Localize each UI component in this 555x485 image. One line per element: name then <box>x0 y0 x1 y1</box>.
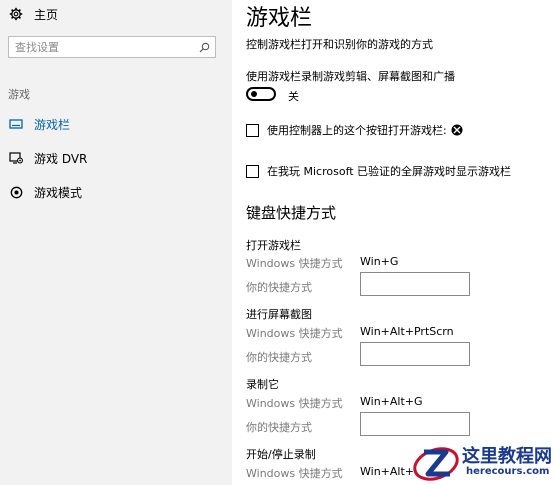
sidebar-item-game-dvr[interactable]: 游戏 DVR <box>0 146 232 170</box>
controller-button-label: 使用控制器上的这个按钮打开游戏栏: <box>267 124 447 137</box>
shortcut-name: 进行屏幕截图 <box>246 308 312 321</box>
game-bar-icon <box>8 116 24 132</box>
game-dvr-icon <box>8 150 24 166</box>
fullscreen-option: 在我玩 Microsoft 已验证的全屏游戏时显示游戏栏 <box>246 163 511 179</box>
sidebar-item-label: 游戏栏 <box>34 117 71 132</box>
sidebar-item-game-mode[interactable]: 游戏模式 <box>0 180 232 204</box>
shortcuts-title: 键盘快捷方式 <box>246 204 337 222</box>
windows-shortcut-value: Win+Alt+PrtScrn <box>360 325 454 338</box>
shortcut-name: 打开游戏栏 <box>246 239 301 252</box>
toggle-knob <box>251 91 257 97</box>
record-toggle-label: 使用游戏栏录制游戏剪辑、屏幕截图和广播 <box>246 70 455 83</box>
windows-shortcut-label: Windows 快捷方式 <box>246 327 343 340</box>
watermark-url: herecours.com <box>466 466 550 477</box>
windows-shortcut-label: Windows 快捷方式 <box>246 397 343 410</box>
search-box[interactable] <box>8 36 216 58</box>
windows-shortcut-label: Windows 快捷方式 <box>246 257 343 270</box>
shortcut-name: 录制它 <box>246 378 279 391</box>
controller-button-option: 使用控制器上的这个按钮打开游戏栏: <box>246 122 463 138</box>
game-mode-icon <box>8 184 24 200</box>
windows-shortcut-label: Windows 快捷方式 <box>246 467 343 480</box>
windows-shortcut-value: Win+Alt+ <box>360 465 414 478</box>
gear-icon <box>8 6 24 22</box>
windows-shortcut-value: Win+Alt+G <box>360 395 423 408</box>
sidebar-item-game-bar[interactable]: 游戏栏 <box>0 112 232 136</box>
sidebar-item-label: 游戏 DVR <box>34 151 88 166</box>
home-link[interactable]: 主页 <box>8 4 58 24</box>
section-label-games: 游戏 <box>8 88 30 101</box>
toggle-state-text: 关 <box>288 90 299 103</box>
page-title: 游戏栏 <box>246 6 313 31</box>
your-shortcut-input[interactable] <box>360 272 470 296</box>
watermark-name: 这里教程网 <box>462 446 552 467</box>
sidebar-item-label: 游戏模式 <box>34 185 83 200</box>
your-shortcut-input[interactable] <box>360 342 470 366</box>
record-toggle[interactable] <box>246 87 276 101</box>
controller-button-checkbox[interactable] <box>246 123 259 137</box>
sidebar: 主页 游戏 游戏栏 游戏 DVR 游戏模式 <box>0 0 232 485</box>
watermark-logo-icon <box>413 447 459 481</box>
your-shortcut-label: 你的快捷方式 <box>246 421 312 434</box>
your-shortcut-input[interactable] <box>360 412 470 436</box>
watermark: 这里教程网 herecours.com <box>410 440 555 485</box>
shortcut-name: 开始/停止录制 <box>246 448 316 461</box>
search-input[interactable] <box>9 40 193 54</box>
home-label: 主页 <box>34 7 59 22</box>
fullscreen-label: 在我玩 Microsoft 已验证的全屏游戏时显示游戏栏 <box>267 165 512 178</box>
your-shortcut-label: 你的快捷方式 <box>246 351 312 364</box>
search-icon[interactable] <box>193 42 215 53</box>
page-description: 控制游戏栏打开和识别你的游戏的方式 <box>246 38 433 51</box>
xbox-icon <box>451 124 463 136</box>
main-panel: 游戏栏 控制游戏栏打开和识别你的游戏的方式 使用游戏栏录制游戏剪辑、屏幕截图和广… <box>232 0 555 485</box>
fullscreen-checkbox[interactable] <box>246 164 259 178</box>
your-shortcut-label: 你的快捷方式 <box>246 281 312 294</box>
windows-shortcut-value: Win+G <box>360 255 399 268</box>
